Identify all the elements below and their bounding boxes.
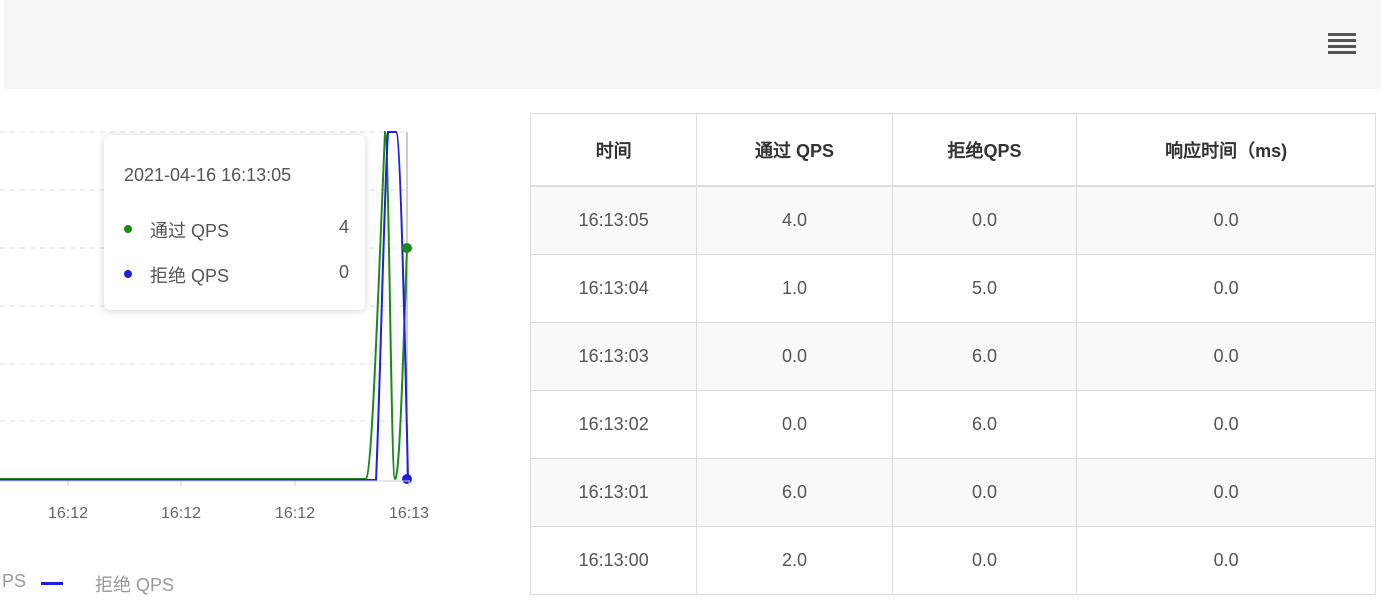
table-header-row: 时间 通过 QPS 拒绝QPS 响应时间（ms) — [529, 113, 1376, 187]
header-block-qps: 拒绝QPS — [891, 113, 1078, 187]
cell-time: 16:13:02 — [529, 390, 698, 459]
table-row: 16:13:00 2.0 0.0 0.0 — [529, 526, 1376, 595]
cell-block-qps: 6.0 — [891, 390, 1078, 459]
pass-point — [402, 243, 412, 253]
cell-block-qps: 5.0 — [891, 254, 1078, 323]
table-row: 16:13:01 6.0 0.0 0.0 — [529, 458, 1376, 527]
cell-rt: 0.0 — [1076, 526, 1376, 595]
pass-dot-icon — [124, 225, 132, 233]
x-tick-label: 16:12 — [275, 505, 315, 522]
cell-time: 16:13:04 — [529, 254, 698, 323]
legend-block-swatch — [41, 582, 63, 585]
x-tick-label: 16:12 — [161, 505, 201, 522]
cell-pass-qps: 6.0 — [696, 458, 893, 527]
header-rt: 响应时间（ms) — [1076, 113, 1376, 187]
cell-time: 16:13:01 — [529, 458, 698, 527]
cell-block-qps: 0.0 — [891, 185, 1078, 255]
tooltip-series-value: 0 — [338, 262, 349, 282]
cell-rt: 0.0 — [1076, 390, 1376, 459]
cell-time: 16:13:03 — [529, 322, 698, 391]
cell-rt: 0.0 — [1076, 254, 1376, 323]
table-row: 16:13:05 4.0 0.0 0.0 — [529, 185, 1376, 255]
tooltip-series-name: 通过 QPS — [150, 221, 230, 241]
chart-tooltip: 2021-04-16 16:13:05 通过 QPS 4 拒绝 QPS 0 — [104, 135, 365, 310]
cell-time: 16:13:05 — [529, 185, 698, 255]
metrics-table: 时间 通过 QPS 拒绝QPS 响应时间（ms) 16:13:05 4.0 0.… — [529, 113, 1376, 595]
tooltip-series-name: 拒绝 QPS — [150, 266, 230, 286]
block-dot-icon — [124, 270, 132, 278]
cell-pass-qps: 0.0 — [696, 322, 893, 391]
header-time: 时间 — [529, 113, 698, 187]
cell-block-qps: 6.0 — [891, 322, 1078, 391]
cell-time: 16:13:00 — [529, 526, 698, 595]
block-point — [402, 474, 412, 484]
top-toolbar — [4, 0, 1381, 89]
table-row: 16:13:02 0.0 6.0 0.0 — [529, 390, 1376, 459]
x-tick-label: 16:13 — [389, 505, 429, 522]
cell-pass-qps: 0.0 — [696, 390, 893, 459]
hamburger-menu-icon[interactable] — [1328, 33, 1356, 55]
cell-pass-qps: 2.0 — [696, 526, 893, 595]
legend-pass-label[interactable]: PS — [2, 571, 26, 592]
cell-block-qps: 0.0 — [891, 526, 1078, 595]
legend-block-label[interactable]: 拒绝 QPS — [95, 571, 174, 597]
cell-pass-qps: 1.0 — [696, 254, 893, 323]
table-row: 16:13:03 0.0 6.0 0.0 — [529, 322, 1376, 391]
cell-rt: 0.0 — [1076, 458, 1376, 527]
cell-rt: 0.0 — [1076, 322, 1376, 391]
tooltip-time: 2021-04-16 16:13:05 — [124, 165, 292, 185]
cell-block-qps: 0.0 — [891, 458, 1078, 527]
tooltip-row-pass: 通过 QPS 4 — [124, 217, 349, 241]
header-pass-qps: 通过 QPS — [696, 113, 893, 187]
tooltip-row-block: 拒绝 QPS 0 — [124, 262, 349, 286]
cell-rt: 0.0 — [1076, 185, 1376, 255]
cell-pass-qps: 4.0 — [696, 185, 893, 255]
tooltip-series-value: 4 — [338, 217, 349, 237]
table-row: 16:13:04 1.0 5.0 0.0 — [529, 254, 1376, 323]
x-tick-label: 16:12 — [48, 505, 88, 522]
